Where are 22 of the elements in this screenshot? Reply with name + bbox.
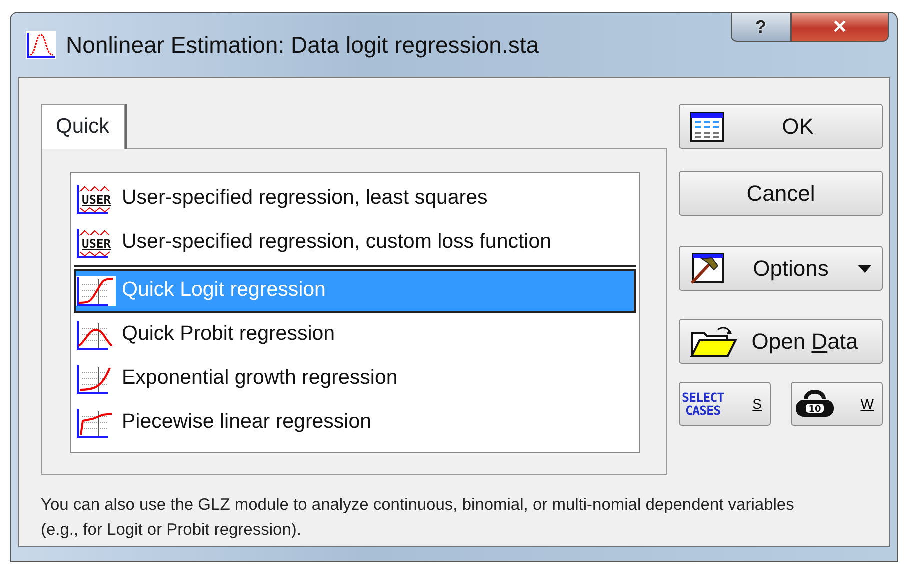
select-cases-icon: SELECT CASES: [682, 390, 724, 418]
list-item[interactable]: Quick Probit regression: [74, 312, 636, 356]
logit-curve-icon: [76, 276, 116, 306]
spreadsheet-icon: [690, 112, 724, 142]
button[interactable]: Open Data: [679, 319, 883, 364]
button[interactable]: SELECT CASES S: [679, 382, 771, 426]
window-title: Nonlinear Estimation: Data logit regression.sta: [66, 30, 540, 60]
button[interactable]: Cancel: [679, 171, 883, 216]
list-item[interactable]: Piecewise linear regression: [74, 400, 636, 444]
app-chart-icon: [26, 31, 56, 59]
close-button[interactable]: ✕: [791, 12, 889, 42]
hammer-icon: [690, 252, 724, 284]
folder-icon: [690, 324, 738, 358]
info-text: You can also use the GLZ module to analyze continuous, binomial, or multi-nomial dependent variables (e.g., for Logit or Probit regression).: [41, 494, 796, 542]
button[interactable]: OK: [679, 104, 883, 149]
list-item[interactable]: Exponential growth regression: [74, 356, 636, 400]
tab[interactable]: Quick: [41, 104, 125, 148]
list-item[interactable]: USER User-specified regression, custom loss function: [74, 220, 636, 264]
button[interactable]: 10 W: [791, 382, 883, 426]
help-button[interactable]: ?: [731, 12, 791, 42]
list-item[interactable]: USER User-specified regression, least squares: [74, 176, 636, 220]
button[interactable]: Options: [679, 246, 883, 291]
